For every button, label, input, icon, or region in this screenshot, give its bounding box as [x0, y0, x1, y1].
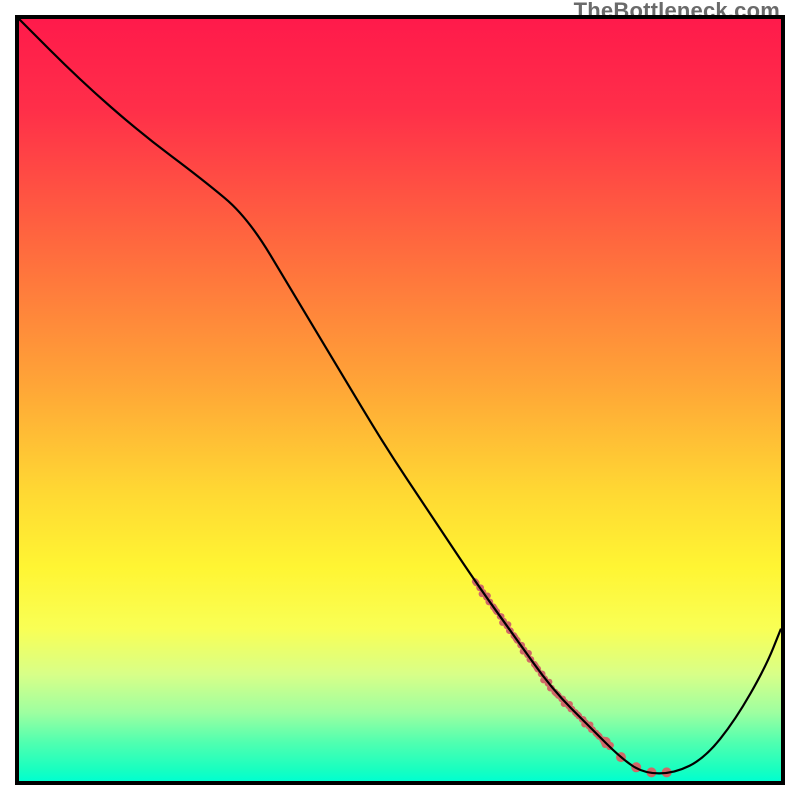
chart-svg	[19, 19, 781, 781]
chart-frame	[15, 15, 785, 785]
background-gradient	[19, 19, 781, 781]
